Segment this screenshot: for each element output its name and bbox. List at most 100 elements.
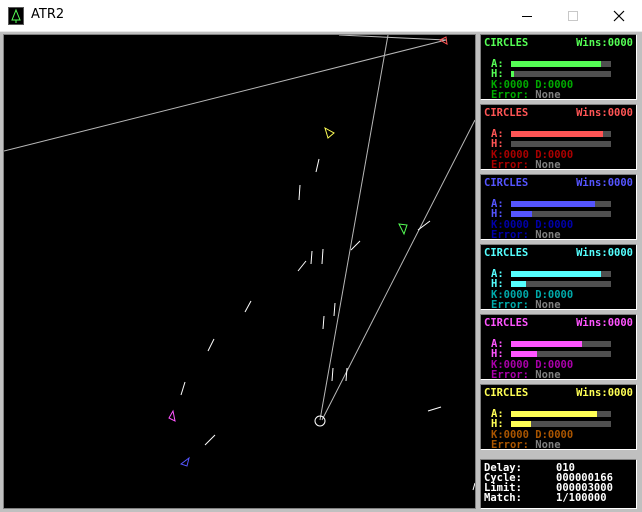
error-value: None xyxy=(535,369,561,381)
armor-bar xyxy=(511,61,611,67)
armor-bar-fill xyxy=(511,131,603,137)
robot-wins: Wins:0000 xyxy=(576,37,633,49)
robot-wins: Wins:0000 xyxy=(576,107,633,119)
robot-yellow xyxy=(324,126,335,139)
error-status: Error: None xyxy=(491,440,561,451)
heat-label: H: xyxy=(491,348,504,360)
error-value: None xyxy=(535,229,561,241)
armor-bar-fill xyxy=(511,201,595,207)
heat-label: H: xyxy=(491,418,504,430)
missile xyxy=(207,338,215,352)
armor-bar-fill xyxy=(511,411,597,417)
heat-bar xyxy=(511,281,611,287)
robot-blue xyxy=(179,456,190,467)
robot-name: CIRCLES xyxy=(484,37,529,49)
heat-label: H: xyxy=(491,278,504,290)
match-row: Match: 1/100000 xyxy=(484,492,636,504)
close-button[interactable] xyxy=(596,0,642,31)
missile xyxy=(310,250,313,265)
missile xyxy=(417,220,431,231)
error-status: Error: None xyxy=(491,160,561,171)
error-label: Error: xyxy=(491,369,529,381)
minimize-icon xyxy=(522,15,532,17)
armor-bar xyxy=(511,341,611,347)
robot-panel: CIRCLES Wins:0000 A: H: K:0000 D:0000 Er… xyxy=(480,384,637,450)
missile xyxy=(345,367,348,382)
missile xyxy=(322,315,325,330)
match-value: 1/100000 xyxy=(556,492,607,504)
error-status: Error: None xyxy=(491,300,561,311)
armor-bar-fill xyxy=(511,61,601,67)
robot-panel: CIRCLES Wins:0000 A: H: K:0000 D:0000 Er… xyxy=(480,244,637,310)
robot-wins: Wins:0000 xyxy=(576,317,633,329)
robot-name: CIRCLES xyxy=(484,317,529,329)
robot-green xyxy=(398,223,408,236)
simulation-status: Delay: 010 Cycle: 000000166 Limit: 00000300… xyxy=(480,459,637,509)
robot-name: CIRCLES xyxy=(484,247,529,259)
missile xyxy=(427,406,442,412)
armor-bar xyxy=(511,131,611,137)
missile xyxy=(331,367,334,382)
missile xyxy=(297,260,307,272)
robot-name: CIRCLES xyxy=(484,177,529,189)
heat-label: H: xyxy=(491,208,504,220)
heat-bar-fill xyxy=(511,351,537,357)
missile xyxy=(315,158,320,173)
arena-canvas xyxy=(4,35,475,491)
heat-bar-fill xyxy=(511,211,532,217)
armor-bar-fill xyxy=(511,341,582,347)
window-title: ATR2 xyxy=(31,7,65,22)
missile xyxy=(321,248,324,265)
missile xyxy=(350,240,361,251)
missile xyxy=(333,302,336,317)
robot-panel: CIRCLES Wins:0000 A: H: K:0000 D:0000 Er… xyxy=(480,34,637,100)
missile xyxy=(472,482,475,491)
heat-bar xyxy=(511,421,611,427)
scan-line xyxy=(319,35,389,421)
heat-label: H: xyxy=(491,68,504,80)
robot-panel: CIRCLES Wins:0000 A: H: K:0000 D:0000 Er… xyxy=(480,104,637,170)
error-label: Error: xyxy=(491,439,529,451)
missile xyxy=(204,434,216,446)
maximize-icon xyxy=(568,10,578,21)
heat-bar xyxy=(511,141,611,147)
robot-panel: CIRCLES Wins:0000 A: H: K:0000 D:0000 Er… xyxy=(480,174,637,240)
heat-bar xyxy=(511,211,611,217)
app-window: ATR2 CIRCLES Wins:0000 A: H: K:0000 D:00… xyxy=(0,0,642,512)
robot-panel: CIRCLES Wins:0000 A: H: K:0000 D:0000 Er… xyxy=(480,314,637,380)
heat-bar-fill xyxy=(511,421,531,427)
missile xyxy=(180,381,186,396)
heat-bar-fill xyxy=(511,281,526,287)
error-label: Error: xyxy=(491,299,529,311)
heat-label: H: xyxy=(491,138,504,150)
error-value: None xyxy=(535,299,561,311)
error-status: Error: None xyxy=(491,90,561,101)
match-label: Match: xyxy=(484,492,522,504)
robot-name: CIRCLES xyxy=(484,107,529,119)
maximize-button[interactable] xyxy=(550,0,596,31)
robot-wins: Wins:0000 xyxy=(576,247,633,259)
error-label: Error: xyxy=(491,229,529,241)
title-bar[interactable]: ATR2 xyxy=(0,0,642,32)
missile xyxy=(298,184,301,201)
heat-bar-fill xyxy=(511,71,514,77)
missile xyxy=(244,300,252,313)
scan-line xyxy=(4,39,447,152)
heat-bar xyxy=(511,351,611,357)
robot-magenta xyxy=(168,409,176,422)
error-label: Error: xyxy=(491,89,529,101)
close-icon xyxy=(613,10,625,21)
client-area: CIRCLES Wins:0000 A: H: K:0000 D:0000 Er… xyxy=(0,32,642,512)
armor-bar-fill xyxy=(511,271,601,277)
error-label: Error: xyxy=(491,159,529,171)
error-status: Error: None xyxy=(491,230,561,241)
armor-bar xyxy=(511,271,611,277)
battle-arena xyxy=(3,34,476,509)
error-value: None xyxy=(535,439,561,451)
scan-line xyxy=(321,119,475,421)
robot-wins: Wins:0000 xyxy=(576,387,633,399)
error-value: None xyxy=(535,89,561,101)
minimize-button[interactable] xyxy=(504,0,550,31)
robot-wins: Wins:0000 xyxy=(576,177,633,189)
armor-bar xyxy=(511,411,611,417)
